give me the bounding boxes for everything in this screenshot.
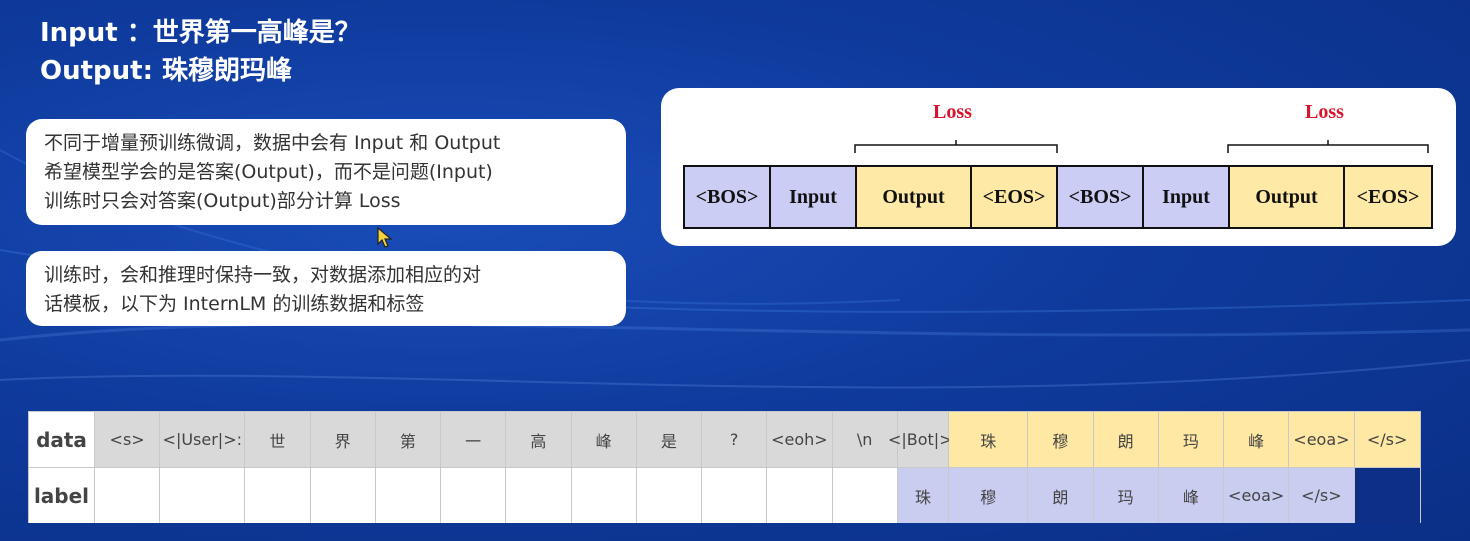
note-line: 训练时，会和推理时保持一致，对数据添加相应的对 [44,264,482,286]
label-token-cell [636,468,703,523]
label-token-cell: 珠 [897,468,950,523]
data-token-cell: 是 [636,412,703,467]
label-token-cell [832,468,898,523]
loss-label: Loss [1305,101,1344,123]
label-token-cell: 玛 [1093,468,1159,523]
title-input-line: Input ：世界第一高峰是？ [40,18,361,48]
data-token-cell: 朗 [1093,412,1159,467]
note-box-template: 训练时，会和推理时保持一致，对数据添加相应的对 话模板，以下为 InternLM… [26,251,626,326]
loss-brace-icon [1227,140,1429,153]
note-box-sft: 不同于增量预训练微调，数据中会有 Input 和 Output 希望模型学会的是… [26,119,626,225]
data-token-cell: 世 [245,412,311,467]
row-header-data: data [29,412,95,467]
segment-output: Output [857,167,972,227]
label-token-cell: 朗 [1028,468,1094,523]
label-token-cell [245,468,311,523]
segment-input: Input [1144,167,1230,227]
data-row: data <s> <|User|>: 世界第一高峰是? <eoh> \n <|Bot|>:… [29,412,1420,467]
label-token-cell [571,468,637,523]
label-token-cell [506,468,572,523]
data-token-cell: <eoa> [1289,412,1355,467]
segment-eos: <EOS> [972,167,1058,227]
label-row: label 珠穆朗玛峰 <eoa> </s> [29,467,1420,523]
loss-label: Loss [933,101,972,123]
loss-brace-icon [854,140,1058,153]
segment-bos: <BOS> [1058,167,1144,227]
label-token-cell [441,468,507,523]
data-token-cell: </s> [1354,412,1420,467]
token-sequence: <BOS> Input Output <EOS> <BOS> Input Out… [683,165,1433,229]
label-token-cell [310,468,376,523]
label-token-cell [160,468,246,523]
mouse-cursor-icon [377,227,393,248]
label-token-cell [95,468,161,523]
label-token-cell: 穆 [949,468,1029,523]
segment-bos: <BOS> [685,167,771,227]
training-data-table: data <s> <|User|>: 世界第一高峰是? <eoh> \n <|Bot|>:… [28,411,1421,523]
label-token-cell [767,468,833,523]
data-token-cell: <|Bot|>: [888,412,958,467]
loss-diagram: Loss Loss <BOS> Input Output <EOS> <BOS>… [661,88,1456,246]
data-token-cell: 一 [441,412,507,467]
data-token-cell: <s> [95,412,161,467]
segment-output: Output [1230,167,1345,227]
note-line: 不同于增量预训练微调，数据中会有 Input 和 Output [44,132,501,154]
segment-input: Input [771,167,857,227]
data-token-cell: ? [702,412,768,467]
label-token-cell: <eoa> [1224,468,1290,523]
label-token-cell [375,468,442,523]
data-token-cell: <|User|>: [160,412,246,467]
note-line: 希望模型学会的是答案(Output)，而不是问题(Input) [44,161,493,183]
row-header-label: label [29,468,95,523]
data-token-cell: 玛 [1158,412,1225,467]
note-line: 训练时只会对答案(Output)部分计算 Loss [44,190,401,212]
data-token-cell: 峰 [1224,412,1290,467]
page-title: Input ：世界第一高峰是？ Output: 珠穆朗玛峰 [40,14,361,90]
label-token-cell [702,468,768,523]
data-token-cell: 珠 [949,412,1029,467]
data-token-cell: 界 [310,412,376,467]
segment-eos: <EOS> [1345,167,1431,227]
data-token-cell: 穆 [1028,412,1094,467]
title-output-line: Output: 珠穆朗玛峰 [40,56,293,86]
label-token-cell: 峰 [1158,468,1225,523]
data-token-cell: 高 [506,412,572,467]
data-token-cell: 峰 [571,412,637,467]
note-line: 话模板，以下为 InternLM 的训练数据和标签 [44,293,425,315]
data-token-cell: <eoh> [767,412,833,467]
data-token-cell: 第 [375,412,442,467]
label-token-cell: </s> [1289,468,1355,523]
label-token-cell [1354,468,1420,523]
